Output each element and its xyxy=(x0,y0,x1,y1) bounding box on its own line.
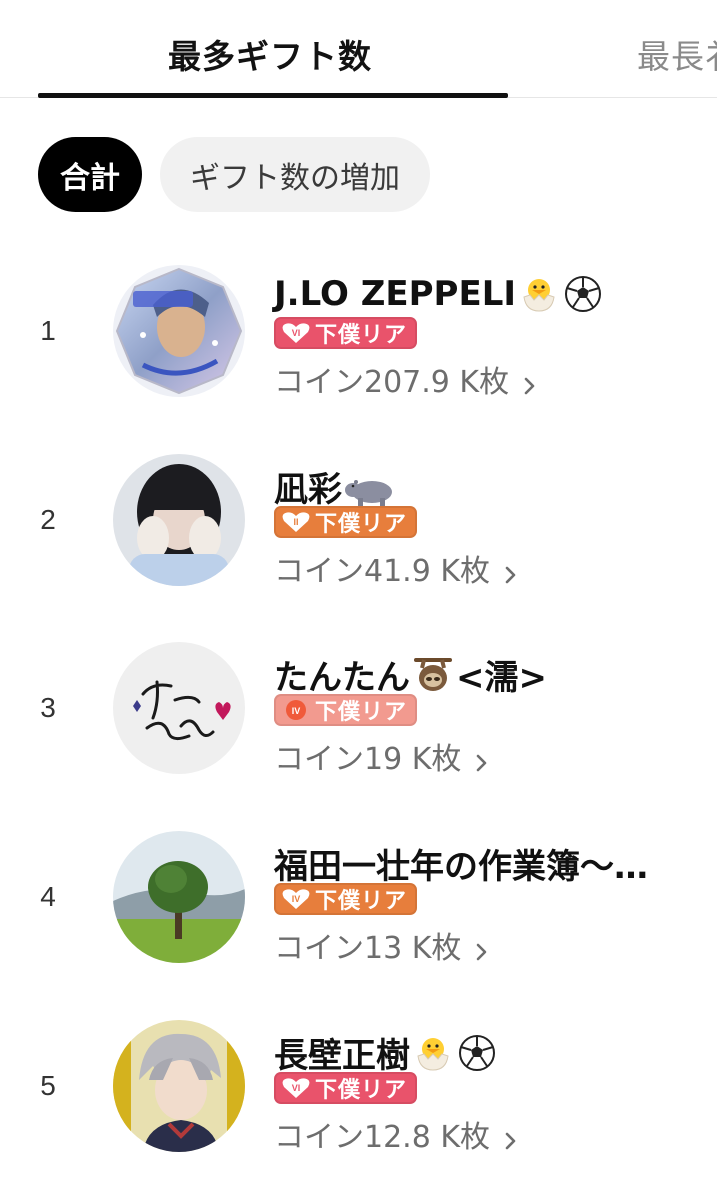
user-name-text: J.LO ZEPPELI xyxy=(274,274,517,314)
user-name-text: 凪彩 xyxy=(274,470,342,510)
chevron-right-icon xyxy=(475,935,489,961)
user-name[interactable]: 長壁正樹 xyxy=(274,1028,498,1077)
avatar[interactable] xyxy=(113,831,245,963)
fan-level-badge: VI 下僕リア xyxy=(274,1072,418,1104)
rank-number: 4 xyxy=(40,881,56,912)
rank-number: 5 xyxy=(40,1070,56,1101)
badge-level-text: II xyxy=(293,517,298,527)
badge-label: 下僕リア xyxy=(315,1078,408,1103)
coin-count-text: コイン12.8 K枚 xyxy=(274,1120,491,1155)
fan-level-badge: IV 下僕リア xyxy=(274,694,418,726)
rank-number: 1 xyxy=(40,315,56,346)
chevron-right-icon xyxy=(504,1124,518,1150)
user-name-text: 福田一壮年の作業簿〜… xyxy=(274,847,648,887)
chevron-right-icon xyxy=(475,746,489,772)
coin-count-text: コイン207.9 K枚 xyxy=(274,365,510,400)
user-name-text: 長壁正樹 xyxy=(274,1036,410,1076)
tab-most-gifts[interactable]: 最多ギフト数 xyxy=(168,30,372,78)
user-name[interactable]: J.LO ZEPPELI xyxy=(274,273,604,315)
avatar[interactable] xyxy=(113,454,245,586)
fan-level-badge: II 下僕リア xyxy=(274,506,418,538)
user-name-suffix: <濡> xyxy=(456,658,547,698)
coin-count-text: コイン19 K枚 xyxy=(274,742,462,777)
rank-number: 2 xyxy=(40,504,56,535)
sloth-icon xyxy=(412,654,454,696)
badge-level-text: VI xyxy=(292,328,301,338)
avatar[interactable] xyxy=(113,265,245,397)
user-name-text: たんたん xyxy=(274,658,410,698)
filter-total-chip[interactable]: 合計 xyxy=(38,137,142,212)
coin-count-text: コイン13 K枚 xyxy=(274,931,462,966)
heart-level-icon: IV xyxy=(281,888,311,910)
coin-count[interactable]: コイン41.9 K枚 xyxy=(274,546,518,590)
ranking-row-5[interactable]: 5 長壁正樹 VI 下僕リア コイン12.8 K枚 xyxy=(0,1020,717,1180)
coin-count[interactable]: コイン207.9 K枚 xyxy=(274,357,537,401)
heart-level-icon: VI xyxy=(281,322,311,344)
badge-level-text: IV xyxy=(292,706,301,716)
badge-label: 下僕リア xyxy=(315,323,408,348)
ranking-row-2[interactable]: 2 凪彩 II 下僕リア コイン41.9 K枚 xyxy=(0,454,717,614)
coin-count[interactable]: コイン13 K枚 xyxy=(274,923,489,967)
avatar[interactable] xyxy=(113,1020,245,1152)
leaderboard-tabs: 最多ギフト数 最長衤 xyxy=(0,0,717,98)
avatar[interactable] xyxy=(113,642,245,774)
tab-longest[interactable]: 最長衤 xyxy=(637,30,717,78)
soccer-ball-icon xyxy=(562,273,604,315)
user-name[interactable]: たんたん <濡> xyxy=(274,650,547,699)
coin-count[interactable]: コイン19 K枚 xyxy=(274,734,489,778)
heart-level-icon: II xyxy=(281,511,311,533)
badge-label: 下僕リア xyxy=(315,512,408,537)
badge-level-text: IV xyxy=(292,894,301,904)
chevron-right-icon xyxy=(504,558,518,584)
badge-label: 下僕リア xyxy=(315,889,408,914)
hatching-chick-icon xyxy=(412,1032,454,1074)
hatching-chick-icon xyxy=(518,273,560,315)
chevron-right-icon xyxy=(523,369,537,395)
badge-label: 下僕リア xyxy=(315,700,408,725)
coin-count[interactable]: コイン12.8 K枚 xyxy=(274,1112,518,1156)
filter-gift-increase-chip[interactable]: ギフト数の増加 xyxy=(160,137,430,212)
coin-count-text: コイン41.9 K枚 xyxy=(274,554,491,589)
active-tab-indicator xyxy=(38,93,508,98)
user-name[interactable]: 凪彩 xyxy=(274,462,396,511)
badge-level-text: VI xyxy=(292,1083,301,1093)
ranking-row-4[interactable]: 4 福田一壮年の作業簿〜… IV 下僕リア コイン13 K枚 xyxy=(0,831,717,991)
heart-level-icon: VI xyxy=(281,1077,311,1099)
ranking-row-1[interactable]: 1 J.LO ZEPPELI VI 下僕リア コイン207.9 K枚 xyxy=(0,265,717,425)
rank-number: 3 xyxy=(40,692,56,723)
fan-level-badge: VI 下僕リア xyxy=(274,317,418,349)
hippo-icon xyxy=(344,466,396,508)
soccer-ball-icon xyxy=(456,1032,498,1074)
fan-level-badge: IV 下僕リア xyxy=(274,883,418,915)
ranking-row-3[interactable]: 3 たんたん <濡> IV 下僕リア コイン19 K枚 xyxy=(0,642,717,802)
level-circle-icon: IV xyxy=(281,699,311,721)
user-name[interactable]: 福田一壮年の作業簿〜… xyxy=(274,839,648,888)
